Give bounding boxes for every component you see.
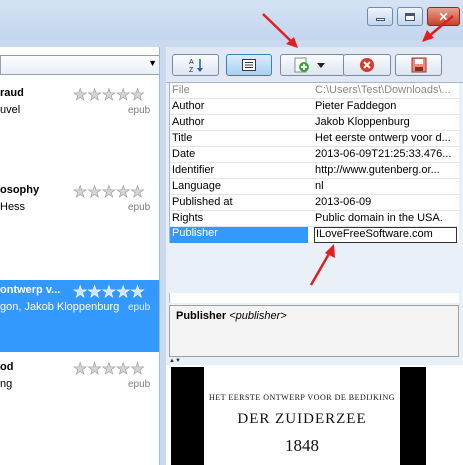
book-format: epub bbox=[128, 302, 151, 313]
book-author: gon, Jakob Kloppenburg bbox=[0, 301, 120, 313]
metadata-key: Language bbox=[172, 180, 221, 192]
book-format: epub bbox=[128, 202, 151, 213]
metadata-row[interactable]: File C:\Users\Test\Downloads\... bbox=[170, 83, 459, 99]
metadata-value: Het eerste ontwerp voor d... bbox=[315, 132, 451, 144]
minimize-button[interactable] bbox=[367, 7, 393, 26]
field-description-label: Publisher bbox=[176, 310, 227, 322]
book-title: osophy bbox=[0, 184, 40, 196]
library-filter-dropdown[interactable]: ▼ bbox=[0, 55, 159, 75]
star-rating[interactable]: ★★★★★ bbox=[73, 282, 145, 302]
remove-field-button[interactable] bbox=[343, 54, 391, 76]
metadata-row[interactable]: Language nl bbox=[170, 179, 459, 195]
metadata-row[interactable]: Author Jakob Kloppenburg bbox=[170, 115, 459, 131]
metadata-row[interactable]: Author Pieter Faddegon bbox=[170, 99, 459, 115]
metadata-key: Title bbox=[172, 132, 193, 144]
metadata-value: C:\Users\Test\Downloads\... bbox=[315, 84, 451, 96]
metadata-key: Identifier bbox=[172, 164, 215, 176]
book-list-item[interactable]: raud uvel ★★★★★ epub bbox=[0, 83, 159, 158]
book-cover-image: HET EERSTE ONTWERP VOOR DE BEDIJKING DER… bbox=[171, 367, 426, 465]
book-format: epub bbox=[128, 105, 151, 116]
app-window: ✕ ▼ raud uvel ★★★★★ epub osophy Hess ★★★★★ epub… bbox=[0, 0, 463, 465]
metadata-value: http://www.gutenberg.or... bbox=[315, 164, 440, 176]
book-author: uvel bbox=[0, 104, 21, 116]
save-icon bbox=[411, 57, 426, 73]
library-pane: ▼ raud uvel ★★★★★ epub osophy Hess ★★★★★ epub on… bbox=[0, 47, 160, 465]
field-description-tag: <publisher> bbox=[229, 310, 287, 322]
cover-title: DER ZUIDERZEE bbox=[237, 411, 367, 427]
metadata-row[interactable]: Title Het eerste ontwerp voor d... bbox=[170, 131, 459, 147]
pane-splitter-handle[interactable]: ▲▼ bbox=[169, 358, 459, 364]
metadata-value-editor[interactable]: ILoveFreeSoftware.com bbox=[314, 227, 457, 243]
cover-year: 1848 bbox=[285, 436, 319, 455]
sort-button[interactable]: A Z bbox=[172, 54, 219, 76]
metadata-key: Publisher bbox=[170, 227, 308, 243]
metadata-row[interactable]: Publisher ILoveFreeSoftware.com bbox=[170, 227, 459, 243]
metadata-table-empty-area bbox=[169, 293, 459, 303]
book-format: epub bbox=[128, 379, 151, 390]
metadata-row[interactable]: Date 2013-06-09T21:25:33.476... bbox=[170, 147, 459, 163]
maximize-icon bbox=[405, 12, 415, 21]
svg-text:A: A bbox=[189, 59, 194, 66]
add-field-button[interactable] bbox=[280, 54, 345, 76]
metadata-row[interactable]: Published at 2013-06-09 bbox=[170, 195, 459, 211]
book-title: ontwerp v... bbox=[0, 284, 61, 296]
save-button[interactable] bbox=[395, 54, 442, 76]
metadata-row[interactable]: Rights Public domain in the USA. bbox=[170, 211, 459, 227]
title-bar: ✕ bbox=[0, 0, 463, 40]
metadata-value: 2013-06-09T21:25:33.476... bbox=[315, 148, 452, 160]
list-view-button[interactable] bbox=[226, 54, 272, 76]
sort-icon: A Z bbox=[189, 59, 203, 73]
star-rating[interactable]: ★★★★★ bbox=[73, 182, 145, 202]
book-list-item[interactable]: od ng ★★★★★ epub bbox=[0, 357, 159, 432]
book-title: raud bbox=[0, 87, 24, 99]
metadata-key: Author bbox=[172, 116, 205, 128]
metadata-value: Jakob Kloppenburg bbox=[315, 116, 410, 128]
metadata-key: File bbox=[172, 84, 190, 96]
field-description-box: Publisher <publisher> bbox=[169, 305, 459, 357]
star-rating[interactable]: ★★★★★ bbox=[73, 85, 145, 105]
remove-icon bbox=[360, 58, 374, 72]
metadata-value: Pieter Faddegon bbox=[315, 100, 397, 112]
book-list-item[interactable]: ontwerp v... gon, Jakob Kloppenburg ★★★★★ e… bbox=[0, 280, 159, 352]
metadata-key: Author bbox=[172, 100, 205, 112]
maximize-button[interactable] bbox=[397, 7, 423, 26]
metadata-key: Published at bbox=[172, 196, 233, 208]
cover-page: HET EERSTE ONTWERP VOOR DE BEDIJKING DER… bbox=[204, 367, 400, 465]
metadata-key: Date bbox=[172, 148, 196, 160]
book-author: Hess bbox=[0, 201, 26, 213]
svg-text:Z: Z bbox=[189, 67, 194, 73]
metadata-value: Public domain in the USA. bbox=[315, 212, 443, 224]
metadata-toolbar: A Z bbox=[166, 47, 463, 83]
minimize-icon bbox=[375, 18, 385, 21]
metadata-row[interactable]: Identifier http://www.gutenberg.or... bbox=[170, 163, 459, 179]
cover-preview-area: HET EERSTE ONTWERP VOOR DE BEDIJKING DER… bbox=[166, 365, 463, 465]
metadata-key: Rights bbox=[172, 212, 204, 224]
chevron-down-icon: ▼ bbox=[148, 58, 157, 68]
metadata-value: nl bbox=[315, 180, 324, 192]
book-list-item[interactable]: osophy Hess ★★★★★ epub bbox=[0, 180, 159, 255]
cover-blank-area bbox=[429, 365, 463, 465]
metadata-pane: A Z File C:\Users\Test\Downloads\... Aut… bbox=[166, 47, 463, 465]
close-button[interactable]: ✕ bbox=[427, 7, 460, 26]
close-icon: ✕ bbox=[438, 9, 449, 24]
cover-subtitle: HET EERSTE ONTWERP VOOR DE BEDIJKING bbox=[208, 393, 396, 402]
list-view-icon bbox=[242, 59, 256, 71]
book-title: od bbox=[0, 361, 14, 373]
metadata-value: 2013-06-09 bbox=[315, 196, 372, 208]
star-rating[interactable]: ★★★★★ bbox=[73, 359, 145, 379]
metadata-table: File C:\Users\Test\Downloads\... Author Pie… bbox=[169, 83, 459, 243]
book-author: ng bbox=[0, 378, 13, 390]
add-field-icon bbox=[294, 57, 325, 73]
